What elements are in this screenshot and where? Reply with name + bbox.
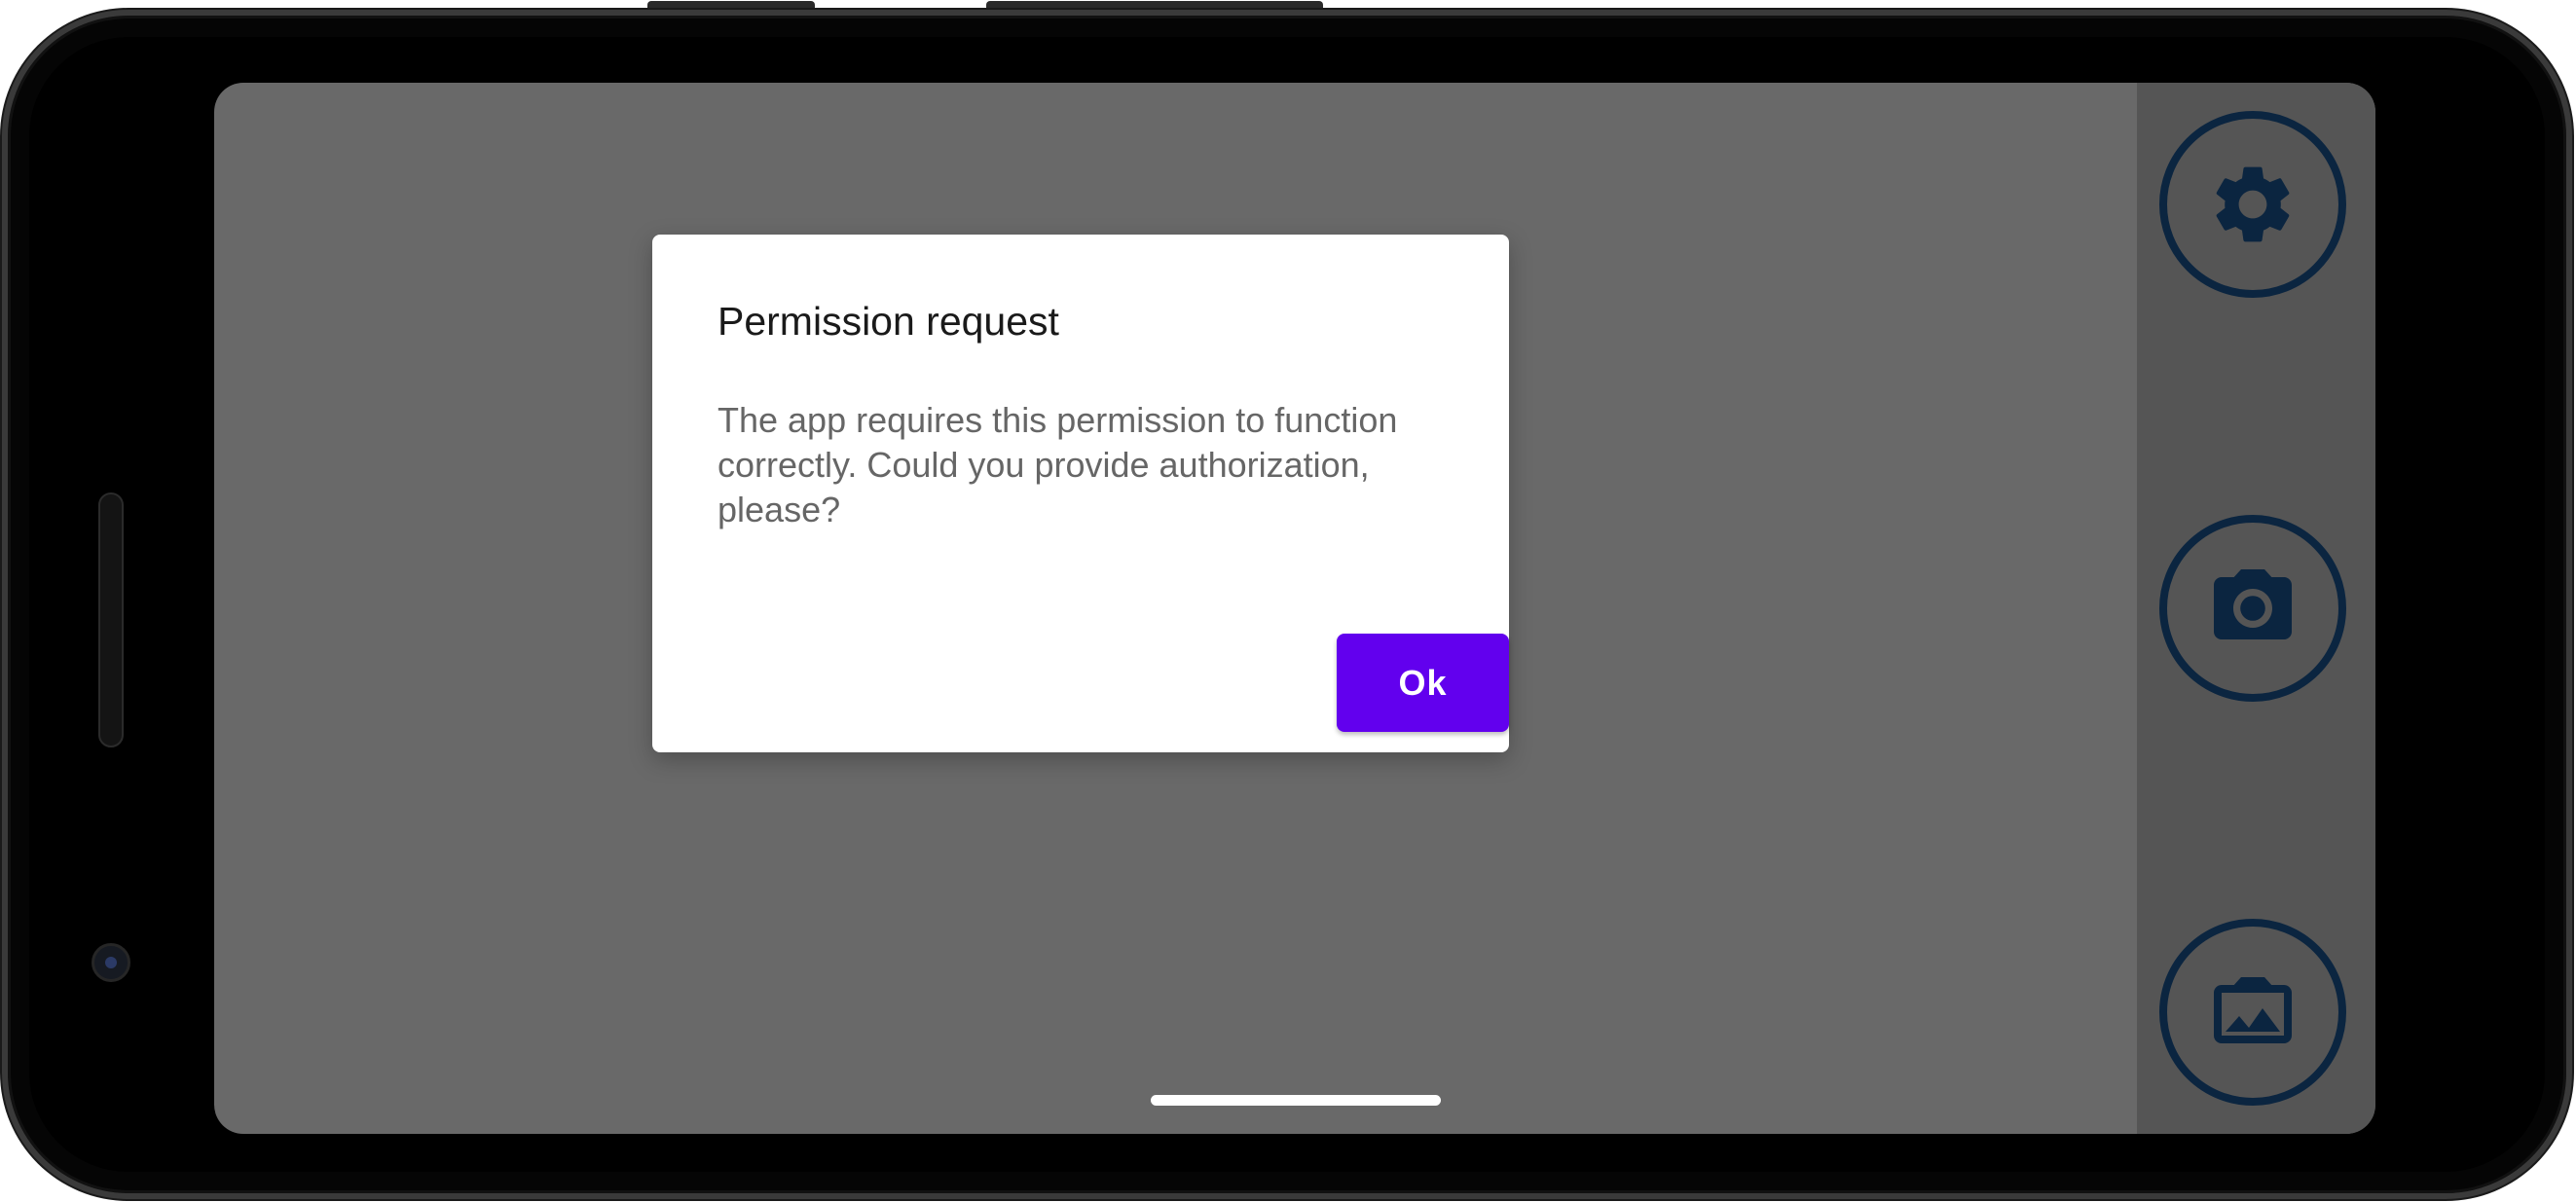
home-indicator[interactable]	[1151, 1095, 1441, 1106]
camera-icon	[2214, 569, 2292, 639]
earpiece-speaker	[98, 492, 124, 747]
settings-button[interactable]	[2159, 111, 2346, 298]
dialog-title: Permission request	[718, 299, 1059, 344]
front-camera	[92, 943, 130, 982]
device-frame-stage: Permission request The app requires this…	[0, 0, 2576, 1202]
gallery-button[interactable]	[2159, 919, 2346, 1106]
ok-button[interactable]: Ok	[1337, 634, 1509, 732]
permission-dialog: Permission request The app requires this…	[652, 235, 1509, 752]
gear-icon	[2216, 166, 2290, 242]
gallery-icon	[2214, 977, 2292, 1043]
capture-button[interactable]	[2159, 515, 2346, 702]
dialog-message: The app requires this permission to func…	[718, 400, 1398, 529]
